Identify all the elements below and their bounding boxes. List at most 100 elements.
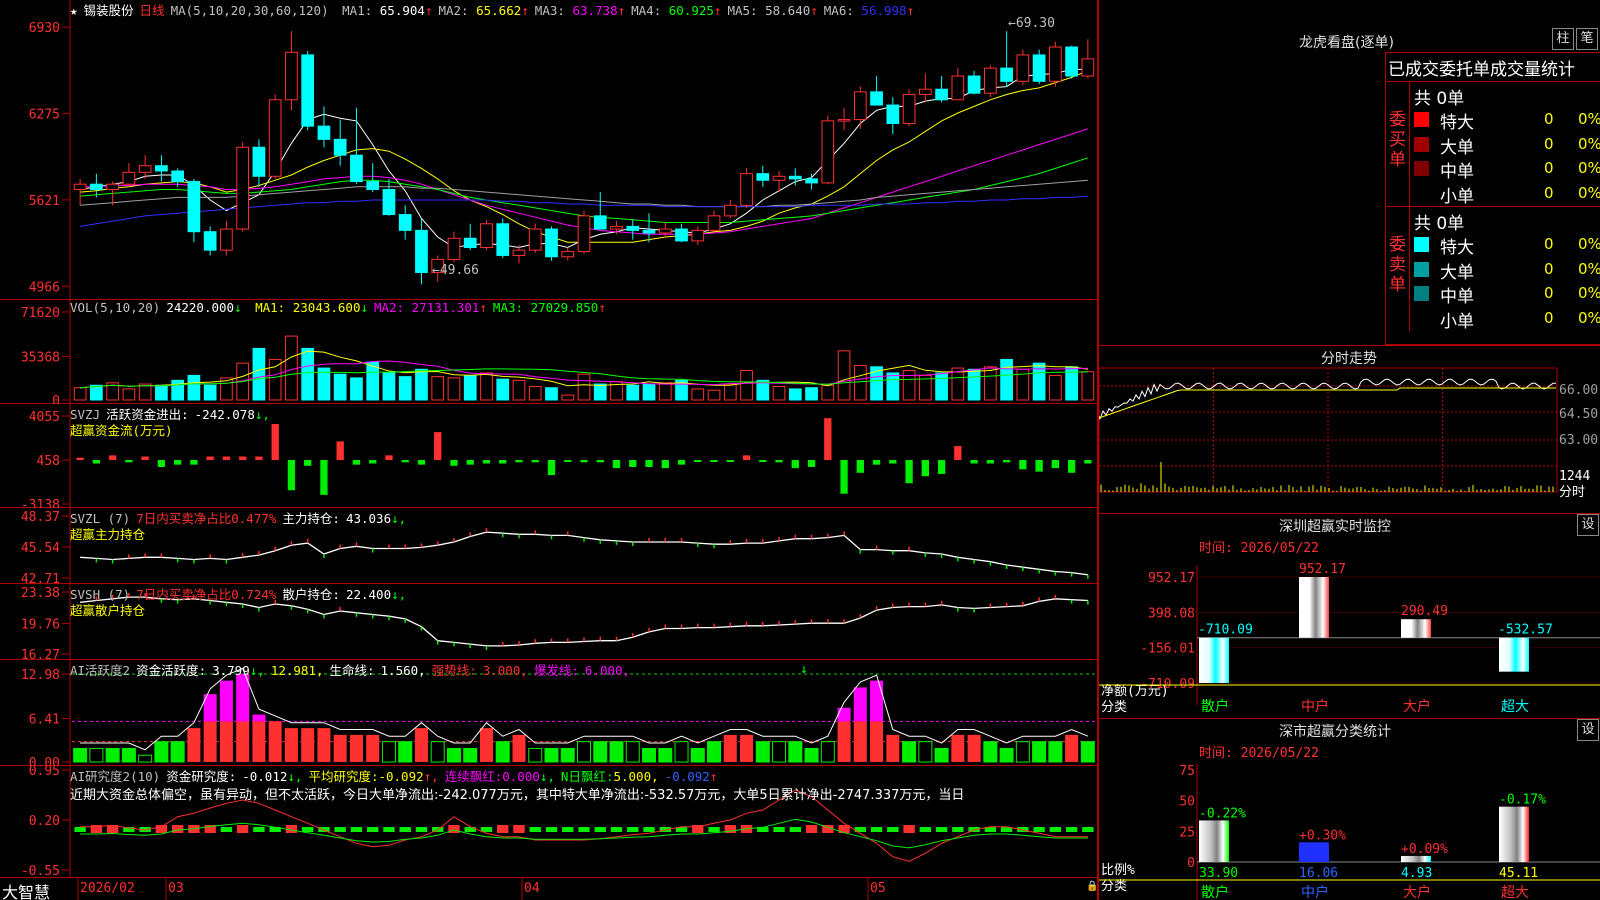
ai1-a1: ↓, — [250, 663, 265, 678]
candle-body — [529, 229, 541, 250]
candle-body — [513, 250, 525, 255]
volume-bar — [562, 395, 574, 400]
class-tick-label: 0 — [1187, 856, 1195, 871]
sell-section: 委卖单共 0单 特大 0 0% 大单 0 0% 中单 0 0% 小单 0 0% — [1386, 207, 1600, 331]
candle — [237, 142, 249, 232]
candle-body — [139, 166, 151, 173]
fund-flow-bar — [141, 457, 148, 460]
fund-flow-bar — [808, 460, 815, 467]
bar-mode-button[interactable]: 柱 — [1552, 28, 1574, 50]
research-bar — [497, 825, 508, 833]
sell-row-percent: 0% — [1578, 309, 1600, 327]
candle — [318, 106, 330, 147]
svsh-panel[interactable]: 23.38 19.76 16.27 SVSH (7) 7日内买卖净占比0.724% 散户… — [0, 584, 1098, 660]
svzj-value: -242.078 — [195, 407, 255, 422]
intraday-chart[interactable]: 66.00 64.50 63.00 1244分时 — [1099, 366, 1600, 514]
candle-body — [351, 155, 363, 181]
candle — [546, 226, 558, 260]
fund-flow-bar — [905, 460, 912, 483]
volume-bar — [399, 377, 411, 400]
sell-row-label: 中单 — [1440, 282, 1474, 307]
ai1-tick-label: 6.41 — [29, 713, 60, 728]
volume-bar — [1082, 372, 1094, 400]
buy-row-percent: 0% — [1578, 159, 1600, 177]
research-bar — [578, 827, 589, 832]
sz-monitor-title: 深圳超赢实时监控 — [1279, 516, 1391, 536]
candle-body — [806, 179, 818, 183]
class-value-label: 33.90 — [1199, 866, 1238, 881]
activity-bar — [496, 742, 509, 762]
fund-flow-bar — [1019, 460, 1026, 469]
ai2-k1: 资金研究度: — [166, 769, 236, 784]
svzl-panel[interactable]: 48.37 45.54 42.71 SVZL (7) 7日内买卖净占比0.477% 主力… — [0, 508, 1098, 584]
svzj-panel[interactable]: 4055 458 -3138 SVZJ 活跃资金进出: -242.078↓, 超赢资金流… — [0, 404, 1098, 508]
class-change-label: -0.22% — [1199, 806, 1246, 821]
kline-chart[interactable]: 6930 6275 5621 4966 ←69.30 ←49.66 — [0, 0, 1098, 300]
research-bar — [302, 827, 313, 832]
fund-flow-bar — [743, 455, 750, 460]
intraday-panel[interactable]: 分时走势 66.00 64.50 63.00 1244 分时 — [1098, 345, 1600, 513]
candle-body — [464, 238, 476, 247]
star-icon[interactable]: ★ — [70, 3, 78, 18]
candle-body — [952, 76, 964, 100]
candle-body — [497, 224, 509, 256]
monitor-tick-label: 398.08 — [1148, 606, 1195, 621]
candle — [887, 97, 899, 134]
svsh-k2: 散户持仓: — [282, 587, 340, 602]
candle-body — [334, 139, 346, 155]
volume-bar — [448, 378, 460, 400]
candle — [221, 221, 233, 255]
activity-bar — [236, 721, 249, 762]
price-panel[interactable]: 6930 6275 5621 4966 ←69.30 ←49.66 ★ 锡装股份 日线 MA(5… — [0, 0, 1098, 300]
activity-bar — [561, 748, 574, 762]
sz-class-title: 深市超赢分类统计 — [1279, 721, 1391, 741]
tick-mode-button[interactable]: 笔 — [1576, 28, 1598, 50]
settings-button[interactable]: 设 — [1577, 719, 1599, 741]
ai-activity-panel[interactable]: 12.98 6.41 0.00 ↓ AI活跃度2 资金活跃度: 3.799↓, 12.981… — [0, 660, 1098, 766]
ai-research-panel[interactable]: 0.95 0.20 -0.55 AI研究度2(10) 资金研究度: -0.012↓, 平均… — [0, 766, 1098, 878]
lhb-title: 龙虎看盘(逐单) — [1299, 32, 1394, 52]
marker-arrow: ↓ — [800, 662, 808, 677]
research-bar — [335, 827, 346, 832]
candle-body — [91, 184, 103, 189]
research-bar — [627, 827, 638, 832]
lock-icon[interactable]: 🔒 — [1086, 881, 1098, 892]
sell-row-percent: 0% — [1578, 284, 1600, 302]
volume-bar — [871, 367, 883, 400]
ma2-value: 65.662 — [476, 3, 521, 18]
activity-bar — [334, 735, 347, 762]
fund-flow-bar — [467, 460, 474, 465]
volume-bar — [806, 388, 818, 400]
candle-body — [773, 176, 785, 180]
candle-body — [172, 171, 184, 182]
vol-ma2-arrow: ↑ — [479, 300, 487, 315]
low-price-label: ←49.66 — [432, 263, 479, 278]
sz-class-chart: 时间: 2026/05/227550250比例%分类-0.22%33.90散户+… — [1099, 740, 1600, 900]
candle — [854, 87, 866, 129]
candle-body — [286, 52, 298, 99]
volume-panel[interactable]: 71620 35368 0 VOL(5,10,20) 24220.000↓ MA1: … — [0, 300, 1098, 404]
candle — [481, 220, 493, 250]
volume-bar — [952, 368, 964, 400]
activity-bar — [1049, 742, 1062, 762]
volume-bar — [269, 359, 281, 400]
fund-flow-bar — [954, 446, 961, 460]
candle — [399, 205, 411, 239]
volume-bar — [253, 348, 265, 400]
candle-body — [221, 229, 233, 250]
period-label[interactable]: 日线 — [140, 3, 165, 18]
volume-chart[interactable]: 71620 35368 0 — [0, 300, 1098, 404]
candle — [204, 226, 216, 255]
candle — [822, 116, 834, 185]
settings-button[interactable]: 设 — [1577, 514, 1599, 536]
candle — [919, 73, 931, 102]
research-bar — [513, 825, 524, 833]
candle-body — [318, 126, 330, 139]
fund-flow-bar — [987, 460, 994, 463]
activity-bar-burst — [838, 708, 851, 722]
class-ylabel: 比例% — [1101, 863, 1135, 878]
svzl-v2: 43.036 — [346, 511, 391, 526]
research-bar — [708, 827, 719, 832]
activity-bar — [285, 728, 298, 762]
candle — [188, 179, 200, 242]
